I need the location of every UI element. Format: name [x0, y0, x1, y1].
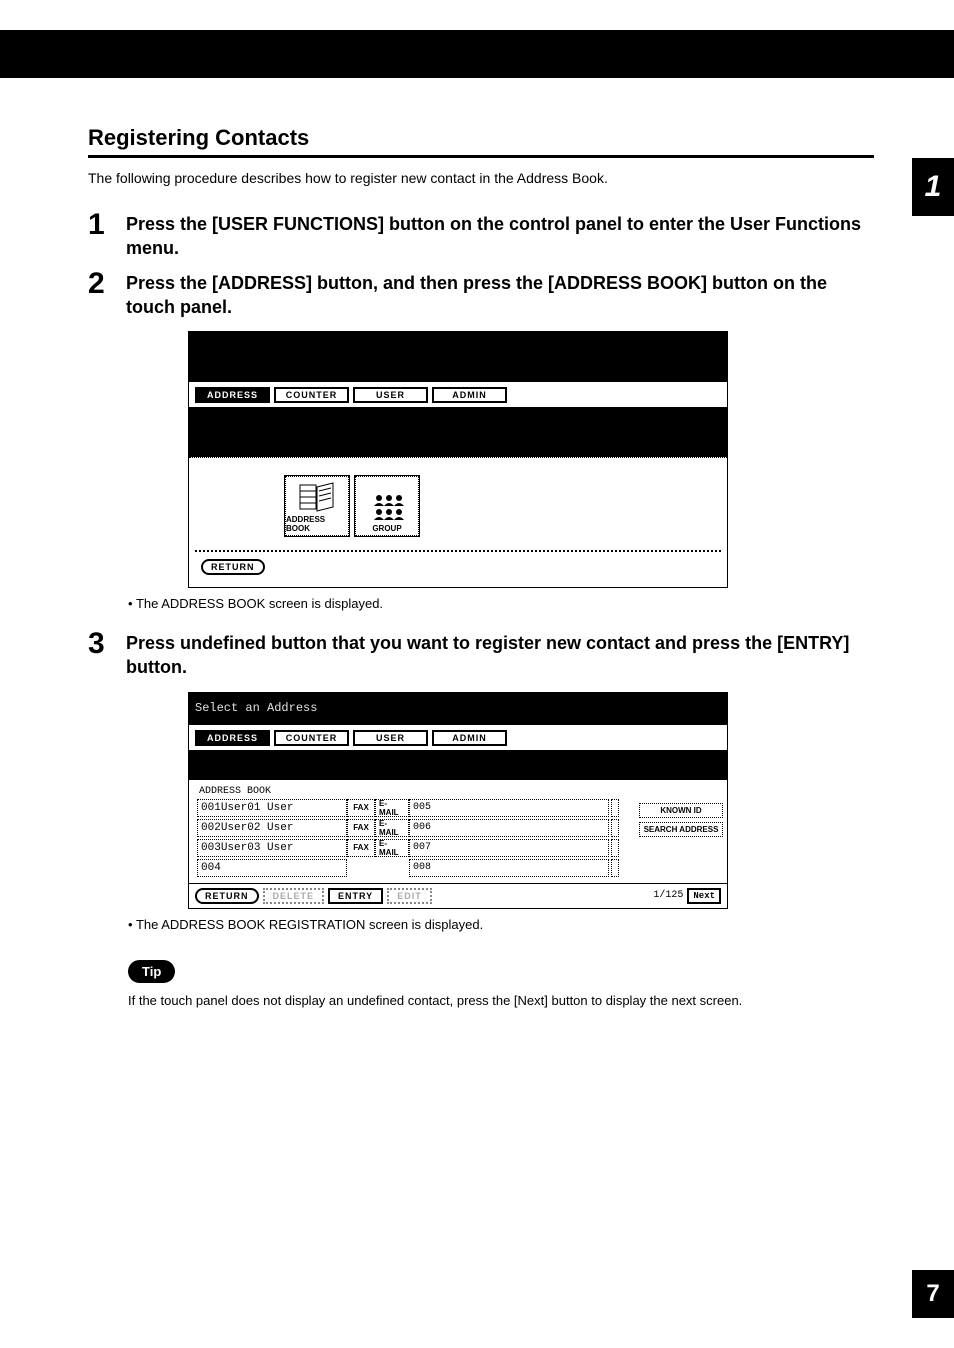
note-1: The ADDRESS BOOK screen is displayed.: [128, 596, 874, 611]
tip-badge: Tip: [128, 960, 175, 983]
note-2: The ADDRESS BOOK REGISTRATION screen is …: [128, 917, 874, 932]
row-name: User03 User: [221, 842, 294, 854]
screen-title: Select an Address: [195, 701, 317, 715]
row-id: 002: [201, 822, 221, 834]
row-num[interactable]: 006: [409, 819, 609, 837]
entry-button[interactable]: ENTRY: [328, 888, 383, 904]
address-book-label: ADDRESS BOOK: [286, 515, 348, 533]
email-button[interactable]: E-MAIL: [375, 799, 409, 817]
scroll-marker: [611, 819, 619, 837]
known-id-button[interactable]: KNOWN ID: [639, 803, 723, 818]
row-num[interactable]: 008: [409, 859, 609, 877]
delete-button[interactable]: DELETE: [263, 888, 325, 904]
screenshot-1: ADDRESS COUNTER USER ADMIN: [188, 331, 728, 588]
fax-button[interactable]: FAX: [347, 839, 375, 857]
screenshot-2: Select an Address ADDRESS COUNTER USER A…: [188, 692, 728, 909]
tab-address[interactable]: ADDRESS: [195, 387, 270, 403]
tab-user[interactable]: USER: [353, 387, 428, 403]
return-button[interactable]: RETURN: [201, 559, 265, 575]
tab-user[interactable]: USER: [353, 730, 428, 746]
step-text: Press the [USER FUNCTIONS] button on the…: [126, 210, 874, 261]
step-number: 3: [88, 629, 126, 680]
step-number: 1: [88, 210, 126, 261]
group-button[interactable]: GROUP: [355, 476, 419, 536]
row-num[interactable]: 005: [409, 799, 609, 817]
pager: 1/125 Next: [653, 888, 721, 904]
scroll-marker: [611, 859, 619, 877]
tab-counter[interactable]: COUNTER: [274, 730, 349, 746]
address-book-button[interactable]: ADDRESS BOOK: [285, 476, 349, 536]
fax-button[interactable]: FAX: [347, 819, 375, 837]
intro-text: The following procedure describes how to…: [88, 170, 874, 186]
screenshot-1-body: ADDRESS BOOK GROUP: [189, 457, 727, 587]
tab-admin[interactable]: ADMIN: [432, 730, 507, 746]
tab-admin[interactable]: ADMIN: [432, 387, 507, 403]
step-3: 3 Press undefined button that you want t…: [88, 629, 874, 680]
fax-button[interactable]: FAX: [347, 799, 375, 817]
tab-counter[interactable]: COUNTER: [274, 387, 349, 403]
step-text: Press the [ADDRESS] button, and then pre…: [126, 269, 874, 320]
row-id: 004: [201, 862, 221, 874]
screenshot-2-footer: RETURN DELETE ENTRY EDIT 1/125 Next: [189, 883, 727, 908]
table-row[interactable]: 004 008: [197, 859, 633, 877]
row-id: 001: [201, 802, 221, 814]
table-row[interactable]: 003User03 User FAX E-MAIL 007: [197, 839, 633, 857]
screenshot-1-footer: RETURN: [195, 550, 721, 581]
tip-text: If the touch panel does not display an u…: [128, 993, 874, 1008]
edit-button[interactable]: EDIT: [387, 888, 432, 904]
screenshot-2-wrap: Select an Address ADDRESS COUNTER USER A…: [188, 692, 874, 909]
next-button[interactable]: Next: [687, 888, 721, 904]
step-2: 2 Press the [ADDRESS] button, and then p…: [88, 269, 874, 320]
tab-address[interactable]: ADDRESS: [195, 730, 270, 746]
address-list: 001User01 User FAX E-MAIL 005 002User02 …: [197, 799, 633, 879]
step-number: 2: [88, 269, 126, 320]
row-id: 003: [201, 842, 221, 854]
return-button[interactable]: RETURN: [195, 888, 259, 904]
step-text: Press undefined button that you want to …: [126, 629, 874, 680]
tab-row: ADDRESS COUNTER USER ADMIN: [189, 382, 727, 407]
scroll-marker: [611, 799, 619, 817]
page-number: 7: [912, 1270, 954, 1318]
row-name: User02 User: [221, 822, 294, 834]
table-row[interactable]: 001User01 User FAX E-MAIL 005: [197, 799, 633, 817]
table-row[interactable]: 002User02 User FAX E-MAIL 006: [197, 819, 633, 837]
screenshot-1-wrap: ADDRESS COUNTER USER ADMIN: [188, 331, 874, 588]
tab-row: ADDRESS COUNTER USER ADMIN: [189, 725, 727, 750]
group-icon: [367, 490, 407, 522]
address-book-icon: [297, 481, 337, 513]
email-button[interactable]: E-MAIL: [375, 819, 409, 837]
scroll-marker: [611, 839, 619, 857]
screenshot-2-body: ADDRESS BOOK 001User01 User FAX E-MAIL 0…: [189, 780, 727, 883]
list-heading: ADDRESS BOOK: [199, 786, 723, 797]
search-address-button[interactable]: SEARCH ADDRESS: [639, 822, 723, 837]
step-1: 1 Press the [USER FUNCTIONS] button on t…: [88, 210, 874, 261]
page-indicator: 1/125: [653, 890, 683, 901]
content-area: Registering Contacts The following proce…: [0, 30, 954, 1008]
row-num[interactable]: 007: [409, 839, 609, 857]
group-label: GROUP: [372, 524, 401, 533]
section-heading: Registering Contacts: [88, 125, 874, 158]
page: 1 Registering Contacts The following pro…: [0, 0, 954, 1348]
email-button[interactable]: E-MAIL: [375, 839, 409, 857]
row-name: User01 User: [221, 802, 294, 814]
